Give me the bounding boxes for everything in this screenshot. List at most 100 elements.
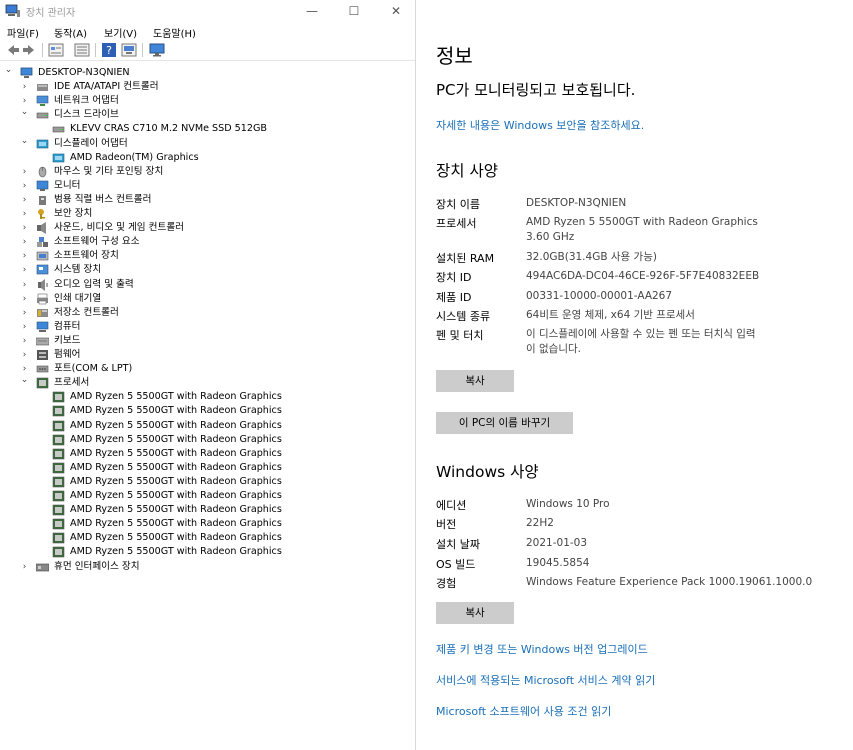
tree-device-item[interactable]: AMD Ryzen 5 5500GT with Radeon Graphics — [0, 447, 415, 461]
tree-category[interactable]: › 보안 장치 — [0, 207, 415, 221]
tree-item-label: 사운드, 비디오 및 게임 컨트롤러 — [54, 222, 184, 234]
tree-device-item[interactable]: AMD Radeon(TM) Graphics — [0, 151, 415, 165]
microsoft-software-license-link[interactable]: Microsoft 소프트웨어 사용 조건 읽기 — [436, 703, 611, 719]
chevron-right-icon[interactable]: › — [20, 292, 29, 306]
tree-device-item[interactable]: AMD Ryzen 5 5500GT with Radeon Graphics — [0, 461, 415, 475]
help-icon[interactable]: ? — [101, 43, 117, 57]
tree-device-item[interactable]: AMD Ryzen 5 5500GT with Radeon Graphics — [0, 390, 415, 404]
menu-file[interactable]: 파일(F) — [7, 25, 39, 40]
tree-category[interactable]: ⌄ 프로세서 — [0, 373, 415, 390]
spec-label-device-id: 장치 ID — [436, 271, 472, 284]
chevron-right-icon[interactable]: › — [20, 334, 29, 348]
chevron-down-icon[interactable]: ⌄ — [4, 63, 13, 77]
chevron-right-icon[interactable]: › — [20, 235, 29, 249]
tree-category[interactable]: › 모니터 — [0, 179, 415, 193]
port-icon — [36, 365, 49, 373]
chevron-right-icon[interactable]: › — [20, 221, 29, 235]
forward-icon[interactable] — [22, 43, 38, 57]
usb-controller-icon — [39, 195, 46, 205]
tree-item-label: 저장소 컨트롤러 — [54, 306, 119, 318]
spec-label-processor: 프로세서 — [436, 217, 477, 230]
menu-action[interactable]: 동작(A) — [54, 25, 87, 40]
rename-pc-button[interactable]: 이 PC의 이름 바꾸기 — [436, 412, 573, 434]
refresh-list-icon[interactable] — [74, 43, 90, 57]
update-driver-icon[interactable] — [121, 43, 137, 57]
tree-category[interactable]: › 시스템 장치 — [0, 263, 415, 277]
menu-view[interactable]: 보기(V) — [104, 25, 137, 40]
tree-category[interactable]: › 포트(COM & LPT) — [0, 362, 415, 376]
tree-category[interactable]: › 키보드 — [0, 334, 415, 348]
processor-device-icon — [52, 490, 65, 502]
copy-device-specs-button[interactable]: 복사 — [436, 370, 514, 392]
tree-category[interactable]: › 컴퓨터 — [0, 320, 415, 334]
tree-root-computer[interactable]: ⌄ DESKTOP-N3QNIEN — [0, 63, 415, 80]
chevron-down-icon[interactable]: ⌄ — [20, 105, 29, 119]
chevron-right-icon[interactable]: › — [20, 263, 29, 277]
tree-item-label: AMD Radeon(TM) Graphics — [70, 151, 199, 163]
spec-value-system-type: 64비트 운영 체제, x64 기반 프로세서 — [526, 309, 695, 321]
menu-help[interactable]: 도움말(H) — [153, 25, 196, 40]
tree-category[interactable]: › 범용 직렬 버스 컨트롤러 — [0, 193, 415, 207]
tree-device-item[interactable]: AMD Ryzen 5 5500GT with Radeon Graphics — [0, 404, 415, 418]
tree-category[interactable]: ⌄ 디스플레이 어댑터 — [0, 134, 415, 151]
tree-item-label: 소프트웨어 구성 요소 — [54, 236, 140, 248]
close-button[interactable]: ✕ — [374, 1, 418, 21]
chevron-right-icon[interactable]: › — [20, 306, 29, 320]
tree-item-label: 마우스 및 기타 포인팅 장치 — [54, 165, 164, 177]
tree-item-label: 오디오 입력 및 출력 — [54, 278, 134, 290]
tree-item-label: 모니터 — [54, 179, 81, 191]
tree-device-item[interactable]: AMD Ryzen 5 5500GT with Radeon Graphics — [0, 531, 415, 545]
chevron-right-icon[interactable]: › — [20, 278, 29, 292]
chevron-right-icon[interactable]: › — [20, 80, 29, 94]
chevron-down-icon[interactable]: ⌄ — [20, 134, 29, 148]
microsoft-services-agreement-link[interactable]: 서비스에 적용되는 Microsoft 서비스 계약 읽기 — [436, 672, 655, 688]
tree-category[interactable]: › 펌웨어 — [0, 348, 415, 362]
chevron-right-icon[interactable]: › — [20, 560, 29, 574]
tree-category[interactable]: › 네트워크 어댑터 — [0, 94, 415, 108]
tree-device-item[interactable]: KLEVV CRAS C710 M.2 NVMe SSD 512GB — [0, 122, 415, 136]
tree-category[interactable]: › 휴먼 인터페이스 장치 — [0, 560, 415, 574]
processor-device-icon — [52, 532, 65, 544]
maximize-button[interactable]: ☐ — [332, 1, 376, 21]
tree-category[interactable]: › 소프트웨어 장치 — [0, 249, 415, 263]
product-key-upgrade-link[interactable]: 제품 키 변경 또는 Windows 버전 업그레이드 — [436, 641, 648, 657]
minimize-button[interactable]: — — [290, 1, 334, 21]
chevron-right-icon[interactable]: › — [20, 179, 29, 193]
tree-category[interactable]: › 사운드, 비디오 및 게임 컨트롤러 — [0, 221, 415, 235]
chevron-right-icon[interactable]: › — [20, 348, 29, 362]
toolbar: ? — [0, 40, 415, 61]
tree-device-item[interactable]: AMD Ryzen 5 5500GT with Radeon Graphics — [0, 517, 415, 531]
tree-device-item[interactable]: AMD Ryzen 5 5500GT with Radeon Graphics — [0, 489, 415, 503]
monitor-icon[interactable] — [149, 43, 165, 57]
tree-device-item[interactable]: AMD Ryzen 5 5500GT with Radeon Graphics — [0, 545, 415, 559]
tree-category[interactable]: › 마우스 및 기타 포인팅 장치 — [0, 165, 415, 179]
spec-value-device-name: DESKTOP-N3QNIEN — [526, 197, 627, 209]
security-device-icon — [38, 209, 45, 219]
chevron-right-icon[interactable]: › — [20, 207, 29, 221]
chevron-right-icon[interactable]: › — [20, 165, 29, 179]
tree-item-label: AMD Ryzen 5 5500GT with Radeon Graphics — [70, 391, 282, 403]
tree-item-label: AMD Ryzen 5 5500GT with Radeon Graphics — [70, 461, 282, 473]
tree-device-item[interactable]: AMD Ryzen 5 5500GT with Radeon Graphics — [0, 475, 415, 489]
chevron-right-icon[interactable]: › — [20, 193, 29, 207]
tree-category[interactable]: › 인쇄 대기열 — [0, 292, 415, 306]
tree-category[interactable]: ⌄ 디스크 드라이브 — [0, 105, 415, 122]
tree-item-label: AMD Ryzen 5 5500GT with Radeon Graphics — [70, 546, 282, 558]
menu-bar: 파일(F) 동작(A) 보기(V) 도움말(H) — [0, 22, 415, 40]
windows-security-link[interactable]: 자세한 내용은 Windows 보안을 참조하세요. — [436, 117, 644, 133]
tree-category[interactable]: › IDE ATA/ATAPI 컨트롤러 — [0, 80, 415, 94]
tree-category[interactable]: › 소프트웨어 구성 요소 — [0, 235, 415, 249]
tree-device-item[interactable]: AMD Ryzen 5 5500GT with Radeon Graphics — [0, 419, 415, 433]
tree-device-item[interactable]: AMD Ryzen 5 5500GT with Radeon Graphics — [0, 503, 415, 517]
tree-category[interactable]: › 저장소 컨트롤러 — [0, 306, 415, 320]
back-icon[interactable] — [4, 43, 20, 57]
chevron-right-icon[interactable]: › — [20, 320, 29, 334]
tree-category[interactable]: › 오디오 입력 및 출력 — [0, 278, 415, 292]
tree-item-label: DESKTOP-N3QNIEN — [38, 67, 130, 78]
chevron-down-icon[interactable]: ⌄ — [20, 373, 29, 387]
tree-item-label: AMD Ryzen 5 5500GT with Radeon Graphics — [70, 419, 282, 431]
chevron-right-icon[interactable]: › — [20, 249, 29, 263]
copy-windows-specs-button[interactable]: 복사 — [436, 602, 514, 624]
properties-icon[interactable] — [48, 43, 64, 57]
tree-device-item[interactable]: AMD Ryzen 5 5500GT with Radeon Graphics — [0, 433, 415, 447]
